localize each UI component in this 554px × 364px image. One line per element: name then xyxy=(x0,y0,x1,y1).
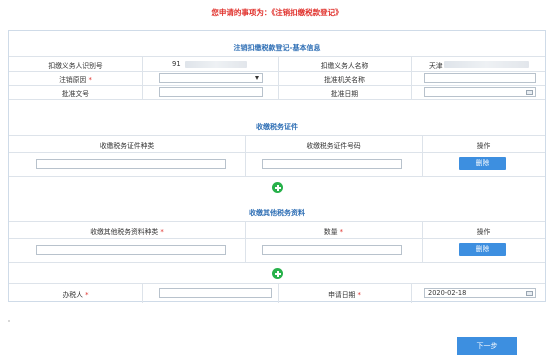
materials-section-title: 收缴其他税务资料 xyxy=(249,209,305,217)
certificates-section-title: 收缴税务证件 xyxy=(256,123,298,131)
next-step-button[interactable]: 下一步 xyxy=(457,337,517,355)
withholder-id-redacted xyxy=(185,61,247,68)
add-material-icon[interactable] xyxy=(272,268,283,279)
registration-form: 注销扣缴税款登记-基本信息 扣缴义务人识别号 91 扣缴义务人名称 天津 注销原… xyxy=(8,30,546,303)
calendar-icon[interactable] xyxy=(526,291,533,296)
material-type-input[interactable] xyxy=(36,245,226,255)
approval-date-label: 批准日期 xyxy=(330,90,359,98)
withholder-name-label: 扣缴义务人名称 xyxy=(320,62,369,70)
approval-doc-label: 批准文号 xyxy=(61,90,90,98)
approval-doc-input[interactable] xyxy=(159,87,263,97)
apply-date-value: 2020-02-18 xyxy=(428,289,467,297)
cert-type-input[interactable] xyxy=(36,159,226,169)
chevron-down-icon xyxy=(255,76,259,80)
cancel-reason-select[interactable] xyxy=(159,73,263,83)
calendar-icon[interactable] xyxy=(526,90,533,95)
withholder-name-redacted xyxy=(444,61,529,68)
material-delete-button[interactable]: 删除 xyxy=(459,243,506,256)
material-quantity-header: 数量 * xyxy=(323,228,344,236)
handler-label: 办税人 * xyxy=(62,291,89,299)
apply-date-input[interactable]: 2020-02-18 xyxy=(424,288,536,298)
withholder-id-label: 扣缴义务人识别号 xyxy=(48,62,103,70)
decorative-dot xyxy=(8,320,10,322)
withholder-name-value: 天津 xyxy=(429,62,443,70)
apply-date-label: 申请日期 * xyxy=(328,291,361,299)
material-quantity-input[interactable] xyxy=(262,245,402,255)
approval-org-label: 批准机关名称 xyxy=(324,76,365,84)
approval-date-input[interactable] xyxy=(424,87,536,97)
withholder-id-value: 91 xyxy=(172,60,181,68)
handler-input[interactable] xyxy=(159,288,272,298)
material-type-header: 收缴其他税务资料种类 * xyxy=(90,228,164,236)
approval-org-input[interactable] xyxy=(424,73,536,83)
cert-number-input[interactable] xyxy=(262,159,402,169)
cert-action-header: 操作 xyxy=(476,142,491,150)
add-certificate-icon[interactable] xyxy=(272,182,283,193)
cert-delete-button[interactable]: 删除 xyxy=(459,157,506,170)
page-title: 您申请的事项为：《注销扣缴税款登记》 xyxy=(211,8,343,17)
cert-number-header: 收缴税务证件号码 xyxy=(306,142,361,150)
cancel-reason-label: 注销原因 * xyxy=(59,76,92,84)
basic-info-section-title: 注销扣缴税款登记-基本信息 xyxy=(233,44,321,52)
material-action-header: 操作 xyxy=(476,228,491,236)
cert-type-header: 收缴税务证件种类 xyxy=(99,142,155,150)
